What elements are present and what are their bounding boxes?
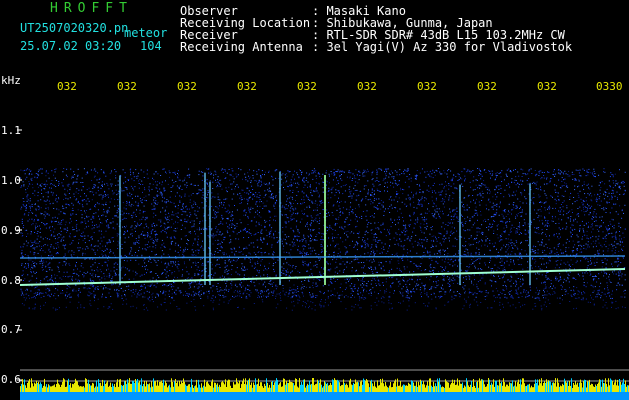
bottom-bar bbox=[20, 392, 629, 400]
spectrogram-canvas bbox=[17, 129, 629, 400]
